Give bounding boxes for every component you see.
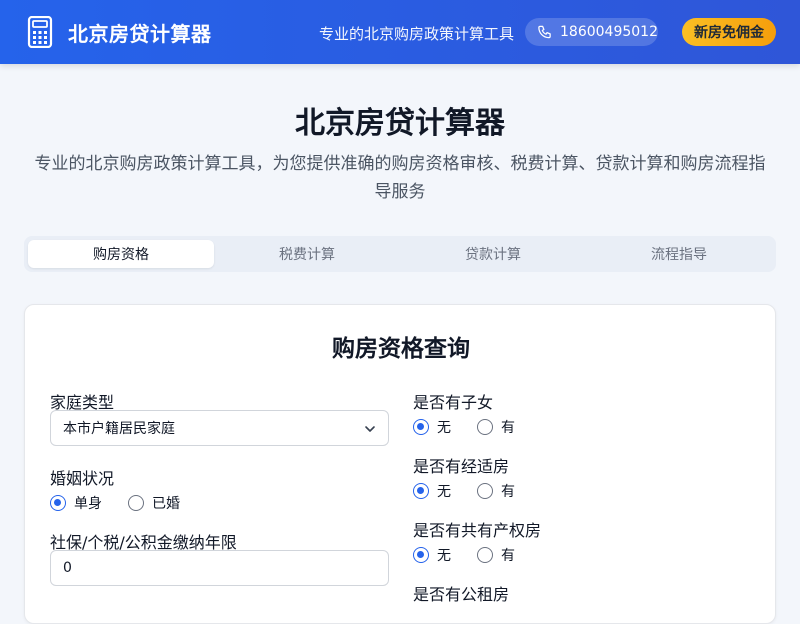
radio-married-label: 已婚 bbox=[152, 496, 180, 512]
radio-children-no-label: 无 bbox=[437, 420, 451, 436]
radio-children-yes[interactable] bbox=[477, 419, 493, 435]
radio-shared-no-label: 无 bbox=[437, 548, 451, 564]
has-children-group: 无 有 bbox=[413, 417, 541, 437]
radio-children-yes-label: 有 bbox=[501, 420, 515, 436]
tab-loan[interactable]: 贷款计算 bbox=[400, 240, 586, 268]
radio-affordable-no[interactable] bbox=[413, 483, 429, 499]
radio-shared-no[interactable] bbox=[413, 547, 429, 563]
shared-property-label: 是否有共有产权房 bbox=[413, 521, 542, 540]
radio-shared-yes[interactable] bbox=[477, 547, 493, 563]
tab-process[interactable]: 流程指导 bbox=[586, 240, 772, 268]
shared-property-group: 无 有 bbox=[413, 545, 541, 565]
family-type-value: 本市户籍居民家庭 bbox=[63, 421, 175, 437]
top-header: 北京房贷计算器 专业的北京购房政策计算工具 18600495012 新房免佣金 bbox=[0, 0, 800, 64]
affordable-housing-label: 是否有经适房 bbox=[413, 457, 510, 476]
tab-tax[interactable]: 税费计算 bbox=[214, 240, 400, 268]
marital-status-label: 婚姻状况 bbox=[50, 469, 115, 488]
radio-single[interactable] bbox=[50, 495, 66, 511]
marital-status-group: 单身 已婚 bbox=[50, 493, 206, 513]
radio-married[interactable] bbox=[128, 495, 144, 511]
page-subtitle: 专业的北京购房政策计算工具，为您提供准确的购房资格审核、税费计算、贷款计算和购房… bbox=[34, 154, 766, 202]
social-security-input[interactable] bbox=[50, 550, 389, 586]
eligibility-card: 购房资格查询 家庭类型 本市户籍居民家庭 婚姻状况 单身 已婚 社保/个税/公积… bbox=[24, 304, 776, 624]
promo-button[interactable]: 新房免佣金 bbox=[682, 18, 776, 46]
radio-affordable-no-label: 无 bbox=[437, 484, 451, 500]
chevron-down-icon bbox=[365, 426, 375, 432]
radio-affordable-yes[interactable] bbox=[477, 483, 493, 499]
affordable-housing-group: 无 有 bbox=[413, 481, 541, 501]
phone-number: 18600495012 bbox=[560, 24, 658, 40]
tab-eligibility[interactable]: 购房资格 bbox=[28, 240, 214, 268]
calculator-icon bbox=[27, 16, 53, 48]
brand-title[interactable]: 北京房贷计算器 bbox=[68, 18, 212, 47]
tab-bar: 购房资格 税费计算 贷款计算 流程指导 bbox=[24, 236, 776, 272]
radio-single-label: 单身 bbox=[74, 496, 102, 512]
radio-affordable-yes-label: 有 bbox=[501, 484, 515, 500]
radio-children-no[interactable] bbox=[413, 419, 429, 435]
public-rental-label: 是否有公租房 bbox=[413, 585, 510, 604]
phone-contact[interactable]: 18600495012 bbox=[525, 18, 658, 46]
has-children-label: 是否有子女 bbox=[413, 393, 494, 412]
header-slogan: 专业的北京购房政策计算工具 bbox=[319, 25, 515, 43]
family-type-select[interactable]: 本市户籍居民家庭 bbox=[50, 410, 389, 446]
phone-icon bbox=[538, 25, 551, 39]
radio-shared-yes-label: 有 bbox=[501, 548, 515, 564]
card-title: 购房资格查询 bbox=[332, 336, 470, 362]
page-title: 北京房贷计算器 bbox=[295, 106, 505, 141]
